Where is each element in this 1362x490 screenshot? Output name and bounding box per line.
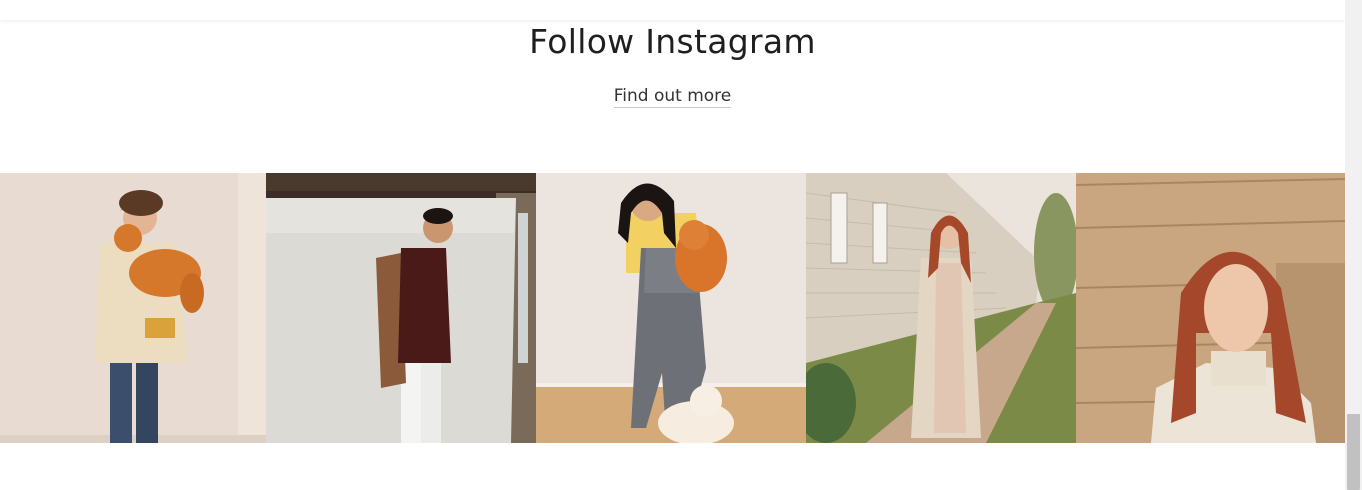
woman-in-turtleneck-portrait-photo bbox=[1076, 173, 1345, 443]
scrollbar-thumb[interactable] bbox=[1347, 414, 1360, 490]
section-title: Follow Instagram bbox=[529, 22, 816, 61]
instagram-gallery bbox=[0, 173, 1345, 443]
instagram-post-3[interactable] bbox=[536, 173, 806, 443]
woman-in-cardigan-outdoors-photo bbox=[806, 173, 1076, 443]
instagram-section: Follow Instagram Find out more bbox=[0, 0, 1362, 490]
find-out-more-link[interactable]: Find out more bbox=[613, 86, 732, 108]
instagram-post-5[interactable] bbox=[1076, 173, 1345, 443]
page-scrollbar[interactable] bbox=[1345, 0, 1362, 490]
find-out-more-wrapper: Find out more bbox=[0, 86, 1345, 108]
instagram-post-4[interactable] bbox=[806, 173, 1076, 443]
instagram-post-1[interactable] bbox=[0, 173, 266, 443]
instagram-post-2[interactable] bbox=[266, 173, 536, 443]
man-in-burgundy-sweater-photo bbox=[266, 173, 536, 443]
header-bar bbox=[0, 0, 1345, 20]
girl-with-cats-photo bbox=[536, 173, 806, 443]
boy-with-cat-photo bbox=[0, 173, 266, 443]
